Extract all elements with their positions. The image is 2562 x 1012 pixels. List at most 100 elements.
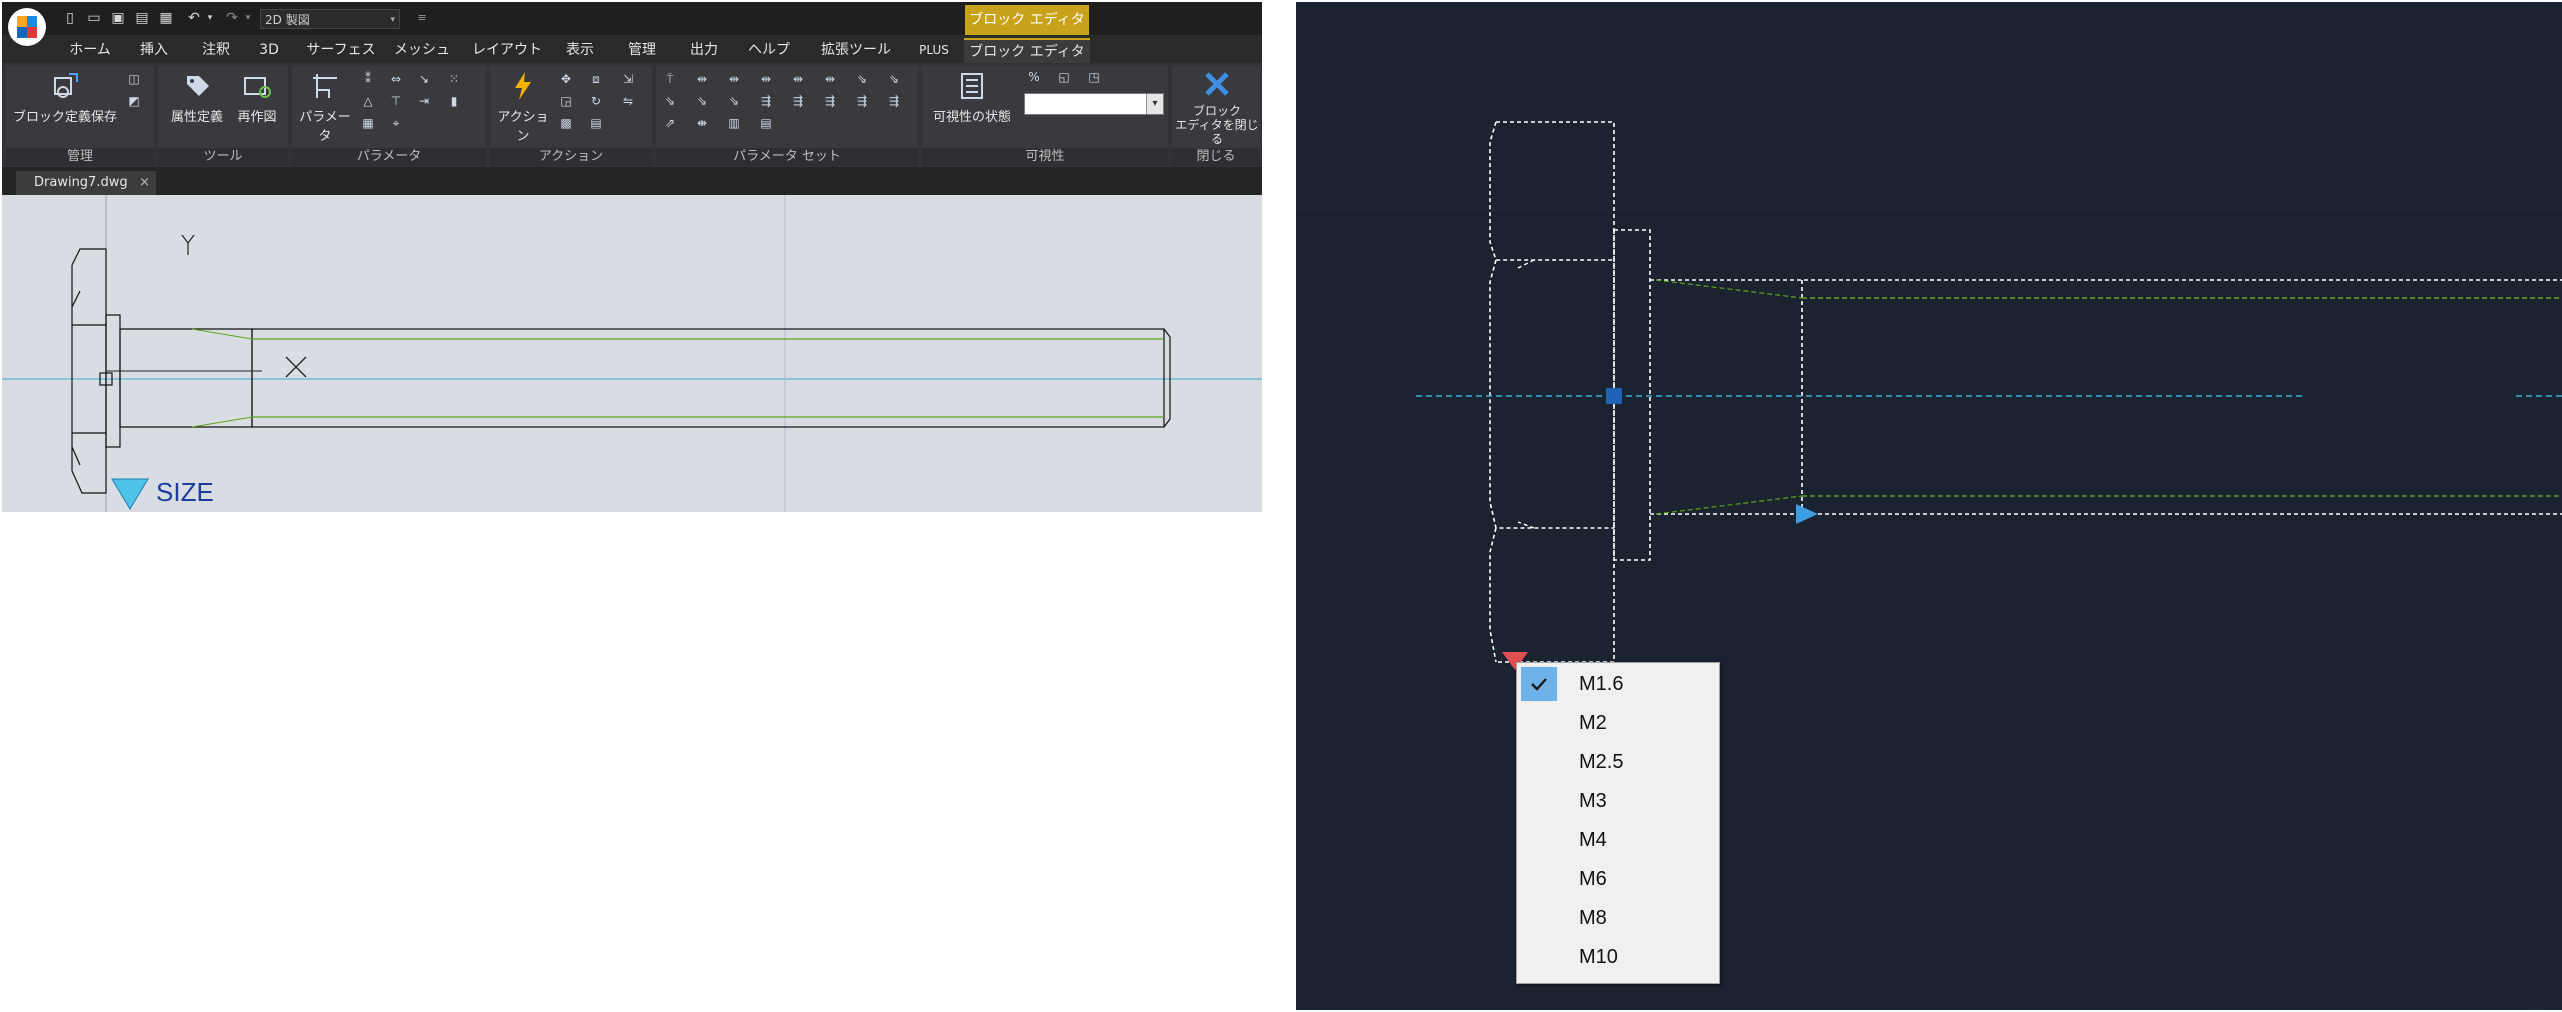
- redo-dropdown-icon[interactable]: ▾: [240, 10, 256, 26]
- tab-view[interactable]: 表示: [560, 38, 600, 62]
- param-set-1-icon[interactable]: ⍑: [662, 72, 678, 86]
- lookup-action-icon[interactable]: ▤: [588, 116, 604, 130]
- param-set-6-icon[interactable]: ⇹: [822, 72, 838, 86]
- tab-manage[interactable]: 管理: [622, 38, 662, 62]
- stretch-action-icon[interactable]: ⇲: [620, 72, 636, 86]
- right-drawing-canvas[interactable]: [1296, 2, 2562, 1010]
- param-set-2-icon[interactable]: ⇹: [694, 72, 710, 86]
- param-set-10-icon[interactable]: ⇘: [694, 94, 710, 108]
- param-set-7-icon[interactable]: ⇘: [854, 72, 870, 86]
- param-set-14-icon[interactable]: ⇶: [822, 94, 838, 108]
- param-set-3-icon[interactable]: ⇹: [726, 72, 742, 86]
- document-tab[interactable]: Drawing7.dwg ×: [16, 171, 156, 195]
- tab-layout[interactable]: レイアウト: [472, 38, 542, 62]
- tab-annotate[interactable]: 注釈: [196, 38, 236, 62]
- param-set-18-icon[interactable]: ⇼: [694, 116, 710, 130]
- menu-item-m1-6[interactable]: M1.6: [1521, 667, 1715, 701]
- save-as-icon[interactable]: ▤: [134, 10, 150, 26]
- tab-insert[interactable]: 挿入: [134, 38, 174, 62]
- move-action-icon[interactable]: ✥: [558, 72, 574, 86]
- menu-item-label: M10: [1579, 946, 1618, 968]
- linear-parameter-icon[interactable]: ⇔: [388, 72, 404, 86]
- tab-3d[interactable]: 3D: [254, 38, 284, 62]
- make-visible-icon[interactable]: %: [1026, 70, 1042, 84]
- undo-dropdown-icon[interactable]: ▾: [202, 10, 218, 26]
- menu-item-m2[interactable]: M2: [1521, 706, 1715, 740]
- close-block-editor-button[interactable]: ブロック エディタを閉じる: [1174, 68, 1260, 146]
- param-set-4-icon[interactable]: ⇹: [758, 72, 774, 86]
- close-tab-icon[interactable]: ×: [139, 171, 150, 195]
- bolt-drawing: [2, 195, 1262, 512]
- save-block-definition-button[interactable]: ブロック定義保存: [10, 70, 120, 125]
- tab-plus[interactable]: PLUS: [914, 38, 954, 62]
- visibility-states-button[interactable]: 可視性の状態: [924, 70, 1020, 125]
- polar-parameter-icon[interactable]: ↘: [416, 72, 432, 86]
- polar-stretch-action-icon[interactable]: ◲: [558, 94, 574, 108]
- param-set-15-icon[interactable]: ⇶: [854, 94, 870, 108]
- save-block-as-icon[interactable]: ◩: [126, 94, 142, 108]
- param-set-5-icon[interactable]: ⇹: [790, 72, 806, 86]
- parameter-button[interactable]: パラメータ: [294, 70, 356, 144]
- tab-output[interactable]: 出力: [684, 38, 724, 62]
- undo-icon[interactable]: ↶: [186, 10, 202, 26]
- save-icon[interactable]: ▣: [110, 10, 126, 26]
- redo-icon[interactable]: ↷: [224, 10, 240, 26]
- lookup-parameter-icon[interactable]: ▮: [446, 94, 462, 108]
- param-set-20-icon[interactable]: ▤: [758, 116, 774, 130]
- menu-item-m2-5[interactable]: M2.5: [1521, 745, 1715, 779]
- print-icon[interactable]: ▦: [158, 10, 174, 26]
- param-set-13-icon[interactable]: ⇶: [790, 94, 806, 108]
- new-file-icon[interactable]: ▯: [62, 10, 78, 26]
- parameter-label: パラメータ: [299, 110, 351, 144]
- panel-tools-label: ツール: [158, 148, 288, 166]
- action-button[interactable]: アクション: [492, 70, 554, 144]
- param-set-11-icon[interactable]: ⇘: [726, 94, 742, 108]
- flip-action-icon[interactable]: ⇋: [620, 94, 636, 108]
- regen-label: 再作図: [237, 110, 277, 125]
- menu-item-label: M4: [1579, 829, 1607, 851]
- array-parameter-icon[interactable]: ⁙: [446, 72, 462, 86]
- visibility-state-dropdown[interactable]: ▾: [1024, 93, 1164, 115]
- alignment-parameter-icon[interactable]: ⊤: [388, 94, 404, 108]
- edit-block-icon[interactable]: ◫: [126, 72, 142, 86]
- panel-parameters-label: パラメータ: [292, 148, 486, 166]
- param-set-16-icon[interactable]: ⇶: [886, 94, 902, 108]
- param-set-19-icon[interactable]: ▥: [726, 116, 742, 130]
- customize-toolbar-icon[interactable]: ≡: [414, 10, 430, 26]
- tab-extension-tools[interactable]: 拡張ツール: [816, 38, 896, 62]
- rotate-action-icon[interactable]: ↻: [588, 94, 604, 108]
- panel-actions-label: アクション: [490, 148, 652, 166]
- open-folder-icon[interactable]: ▭: [86, 10, 102, 26]
- flip-parameter-icon[interactable]: ⇥: [416, 94, 432, 108]
- menu-item-m10[interactable]: M10: [1521, 940, 1715, 974]
- param-set-9-icon[interactable]: ⇘: [662, 94, 678, 108]
- menu-item-m6[interactable]: M6: [1521, 862, 1715, 896]
- rotation-parameter-icon[interactable]: △: [360, 94, 376, 108]
- tab-help[interactable]: ヘルプ: [744, 38, 794, 62]
- visibility-mode-icon[interactable]: ◳: [1086, 70, 1102, 84]
- basepoint-parameter-icon[interactable]: ⌖: [388, 116, 404, 130]
- menu-item-m4[interactable]: M4: [1521, 823, 1715, 857]
- regen-icon: [244, 77, 271, 98]
- regen-button[interactable]: 再作図: [230, 70, 284, 125]
- param-set-17-icon[interactable]: ⇗: [662, 116, 678, 130]
- menu-item-m8[interactable]: M8: [1521, 901, 1715, 935]
- tab-home[interactable]: ホーム: [64, 38, 116, 62]
- tab-surface[interactable]: サーフェス: [304, 38, 378, 62]
- make-invisible-icon[interactable]: ◱: [1056, 70, 1072, 84]
- tab-block-editor[interactable]: ブロック エディタ: [964, 38, 1090, 64]
- param-set-12-icon[interactable]: ⇶: [758, 94, 774, 108]
- param-set-8-icon[interactable]: ⇘: [886, 72, 902, 86]
- save-block-definition-label: ブロック定義保存: [12, 110, 117, 125]
- drawing-canvas[interactable]: SIZE: [2, 195, 1262, 512]
- menu-item-label: M8: [1579, 907, 1607, 929]
- menu-item-m3[interactable]: M3: [1521, 784, 1715, 818]
- array-action-icon[interactable]: ▩: [558, 116, 574, 130]
- attribute-definition-button[interactable]: 属性定義: [164, 70, 230, 125]
- workspace-select[interactable]: 2D 製図 ▾: [260, 9, 400, 29]
- tab-mesh[interactable]: メッシュ: [394, 38, 450, 62]
- scale-action-icon[interactable]: ⧈: [588, 72, 604, 86]
- table-parameter-icon[interactable]: ▦: [360, 116, 376, 130]
- point-parameter-icon[interactable]: ⁑: [360, 72, 376, 86]
- app-logo-icon[interactable]: [8, 8, 46, 46]
